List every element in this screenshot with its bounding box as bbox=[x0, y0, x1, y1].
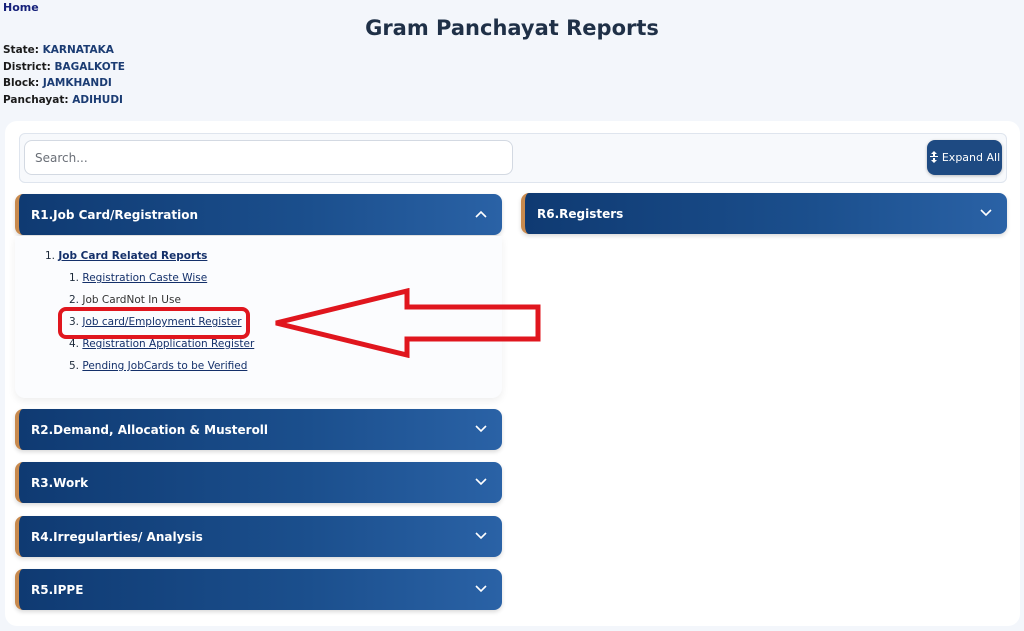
section-r6-header[interactable]: R6.Registers bbox=[521, 193, 1007, 234]
location-info: State: KARNATAKA District: BAGALKOTE Blo… bbox=[3, 42, 125, 108]
chevron-down-icon bbox=[980, 209, 992, 217]
left-arrow-annotation bbox=[275, 288, 541, 358]
section-r5-label: R5.IPPE bbox=[31, 582, 84, 597]
registration-caste-wise-link[interactable]: Registration Caste Wise bbox=[82, 272, 207, 284]
chevron-down-icon bbox=[475, 478, 487, 486]
section-r4-label: R4.Irregularties/ Analysis bbox=[31, 529, 203, 544]
section-r2-label: R2.Demand, Allocation & Musteroll bbox=[31, 422, 269, 437]
search-input[interactable] bbox=[24, 140, 513, 175]
panchayat-row: Panchayat: ADIHUDI bbox=[3, 93, 123, 106]
list-item: 4. Registration Application Register bbox=[69, 338, 255, 350]
registration-application-register-link[interactable]: Registration Application Register bbox=[82, 338, 254, 350]
state-row: State: KARNATAKA bbox=[3, 44, 114, 56]
section-r3-label: R3.Work bbox=[31, 475, 89, 490]
section-r5-header[interactable]: R5.IPPE bbox=[15, 569, 502, 610]
highlight-ring bbox=[58, 307, 250, 339]
block-value: JAMKHANDI bbox=[42, 77, 112, 89]
panchayat-value: ADIHUDI bbox=[72, 93, 123, 106]
report-group: 1. Job Card Related Reports bbox=[45, 250, 208, 262]
section-r1-header[interactable]: R1.Job Card/Registration bbox=[15, 194, 502, 235]
page-title: Gram Panchayat Reports bbox=[365, 16, 659, 40]
job-card-related-reports-link[interactable]: Job Card Related Reports bbox=[58, 250, 207, 262]
list-item: 5. Pending JobCards to be Verified bbox=[69, 360, 248, 372]
district-row: District: BAGALKOTE bbox=[3, 60, 125, 73]
block-row: Block: JAMKHANDI bbox=[3, 77, 112, 89]
chevron-up-icon bbox=[475, 210, 487, 218]
section-r1-label: R1.Job Card/Registration bbox=[31, 207, 199, 222]
chevron-down-icon bbox=[475, 532, 487, 540]
state-value: KARNATAKA bbox=[42, 44, 114, 56]
section-r6-label: R6.Registers bbox=[537, 206, 624, 221]
job-card-not-in-use-text: Job CardNot In Use bbox=[82, 294, 181, 306]
expand-all-label: Expand All bbox=[941, 151, 1001, 164]
section-r2-header[interactable]: R2.Demand, Allocation & Musteroll bbox=[15, 409, 502, 450]
list-item: 2. Job CardNot In Use bbox=[69, 294, 181, 306]
chevron-down-icon bbox=[475, 585, 487, 593]
list-item: 1. Registration Caste Wise bbox=[69, 272, 208, 284]
section-r3-header[interactable]: R3.Work bbox=[15, 462, 502, 503]
chevron-down-icon bbox=[475, 425, 487, 433]
home-link[interactable]: Home bbox=[3, 1, 39, 14]
district-value: BAGALKOTE bbox=[54, 60, 125, 73]
expand-all-button[interactable]: Expand All bbox=[927, 140, 1002, 175]
section-r4-header[interactable]: R4.Irregularties/ Analysis bbox=[15, 516, 502, 557]
search-bar: Expand All bbox=[19, 133, 1007, 183]
pending-jobcards-link[interactable]: Pending JobCards to be Verified bbox=[82, 360, 247, 372]
expand-vertical-icon bbox=[929, 150, 939, 165]
